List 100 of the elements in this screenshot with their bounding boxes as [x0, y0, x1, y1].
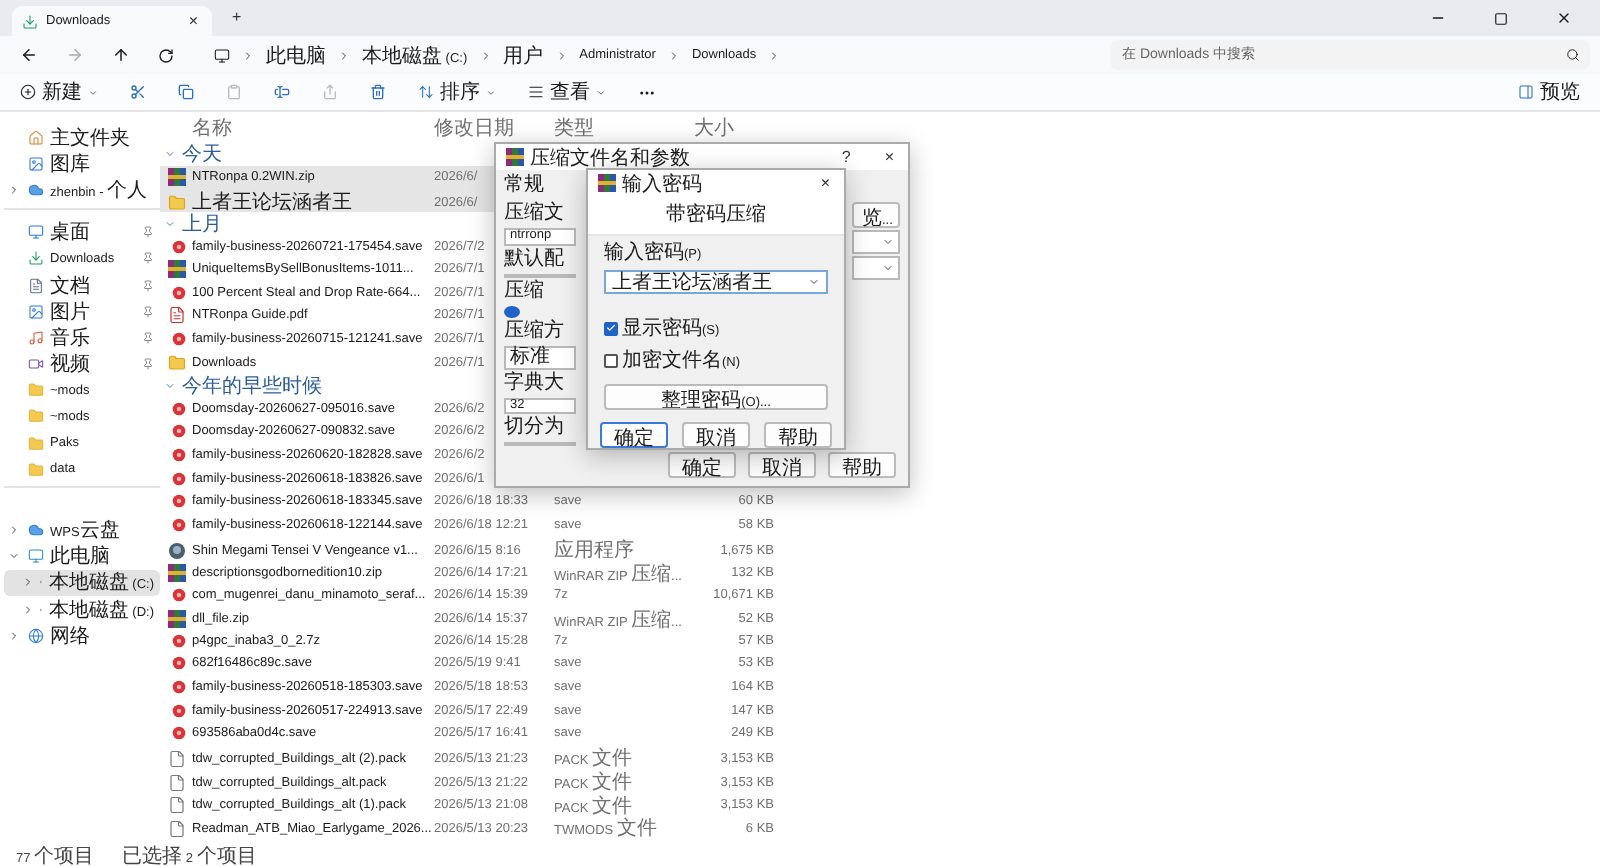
breadcrumb[interactable]: 用户	[503, 41, 544, 69]
field-label: 压缩方	[504, 319, 566, 343]
folder-icon	[28, 461, 44, 478]
field-label: 默认配	[504, 247, 566, 271]
password-field[interactable]: 上者王论坛涵者王	[604, 270, 828, 294]
radio-button[interactable]	[504, 305, 520, 317]
view-icon	[528, 84, 544, 100]
close-button[interactable]: ×	[816, 175, 834, 191]
field-label: 切分为	[504, 416, 566, 440]
dialog-button[interactable]: 确定	[600, 422, 668, 448]
help-button[interactable]: ?	[837, 149, 855, 165]
checkbox[interactable]	[604, 353, 618, 367]
folder-icon	[28, 435, 44, 452]
archive-icon	[168, 610, 186, 629]
column-header[interactable]: 名称	[192, 113, 232, 141]
caret-icon	[486, 87, 496, 97]
file-type: 应用程序	[554, 537, 634, 564]
folder-icon	[28, 408, 44, 425]
folder-icon	[28, 382, 44, 399]
plus-icon	[20, 84, 36, 100]
sort-button[interactable]: 排序	[418, 78, 496, 106]
chevron-right-icon	[242, 49, 254, 61]
column-header[interactable]: 大小	[694, 113, 734, 141]
file-icon	[168, 819, 186, 838]
music-icon	[28, 329, 44, 346]
view-button[interactable]: 查看	[528, 78, 606, 106]
dialog-button[interactable]: 帮助	[764, 422, 832, 448]
monitor-icon	[214, 47, 230, 63]
dialog-button[interactable]: 取消	[748, 452, 816, 478]
sidebar-item[interactable]: 音乐	[4, 324, 160, 351]
column-header[interactable]: 类型	[554, 113, 594, 141]
sidebar-item[interactable]: 图库	[4, 150, 160, 177]
archive-icon	[168, 260, 186, 279]
chevron-right-icon	[479, 49, 492, 61]
cloud-icon	[28, 181, 44, 198]
dropdown-field[interactable]	[852, 256, 900, 280]
cut-icon[interactable]	[130, 84, 146, 100]
field-label: 压缩文	[504, 202, 566, 226]
close-button[interactable]: ×	[880, 149, 898, 165]
download-icon	[28, 250, 44, 267]
sidebar-item[interactable]: 图片	[4, 298, 160, 325]
refresh-icon[interactable]	[158, 47, 174, 63]
sidebar-item[interactable]: 主文件夹	[4, 124, 160, 151]
gear-icon	[172, 285, 186, 300]
image-icon	[28, 155, 44, 172]
group-header[interactable]: 今年的早些时候	[182, 371, 322, 400]
file-icon	[168, 773, 186, 792]
chevron-down-icon	[882, 236, 894, 248]
computer-icon	[28, 548, 44, 565]
breadcrumb[interactable]: 此电脑	[266, 41, 326, 69]
sidebar-item[interactable]: 文档	[4, 271, 160, 299]
caret-icon	[596, 87, 606, 97]
group-label: 压缩	[504, 279, 546, 303]
cloud-icon	[28, 522, 44, 539]
group-header[interactable]: 今天	[182, 139, 222, 168]
caret-icon	[88, 87, 98, 97]
sidebar-item[interactable]: 桌面	[4, 219, 160, 246]
new-button[interactable]: 新建	[20, 78, 98, 106]
network-icon	[28, 627, 44, 644]
sidebar-item[interactable]: 视频	[4, 351, 160, 378]
app-logo-icon	[506, 148, 524, 166]
folder-icon	[168, 193, 186, 212]
video-icon	[28, 356, 44, 373]
back-icon[interactable]	[20, 46, 38, 64]
maximize-icon[interactable]	[1494, 11, 1508, 25]
dialog-heading: 带密码压缩	[588, 196, 844, 236]
dialog-title: 压缩文件名和参数	[530, 145, 692, 171]
chevron-right-icon	[338, 49, 350, 61]
sidebar-item[interactable]: 此电脑	[4, 543, 160, 570]
gear-icon	[172, 587, 186, 602]
app-logo-icon	[598, 174, 616, 192]
chevron-down-icon	[808, 276, 820, 288]
up-icon[interactable]	[112, 46, 130, 64]
dialog-button[interactable]: 帮助	[828, 452, 896, 478]
dialog-button[interactable]: 取消	[682, 422, 750, 448]
chevron-right-icon	[667, 49, 680, 61]
file-icon	[168, 749, 186, 768]
app-icon	[168, 541, 186, 560]
delete-icon[interactable]	[370, 84, 386, 100]
input-field[interactable]: 标准	[504, 345, 576, 369]
chevron-down-icon	[882, 262, 894, 274]
new-tab-button[interactable]: +	[228, 10, 246, 26]
archive-icon	[168, 167, 186, 186]
rename-icon[interactable]	[274, 84, 290, 100]
file-icon	[168, 796, 186, 815]
panel-icon	[1518, 84, 1534, 100]
copy-icon[interactable]	[178, 84, 194, 100]
checkbox[interactable]	[604, 321, 618, 335]
folder-icon	[168, 353, 186, 372]
close-tab-button[interactable]: ×	[184, 13, 202, 29]
dropdown-field[interactable]	[852, 230, 900, 254]
sidebar-item[interactable]: 网络	[4, 622, 160, 649]
image-icon	[28, 303, 44, 320]
column-header[interactable]: 修改日期	[434, 113, 514, 141]
dialog-button[interactable]: 确定	[668, 452, 736, 478]
desktop-icon	[28, 224, 44, 241]
gear-icon	[172, 332, 186, 347]
close-icon[interactable]	[1556, 10, 1572, 26]
preview-button[interactable]: 预览	[1518, 78, 1580, 106]
document-icon	[28, 277, 44, 294]
